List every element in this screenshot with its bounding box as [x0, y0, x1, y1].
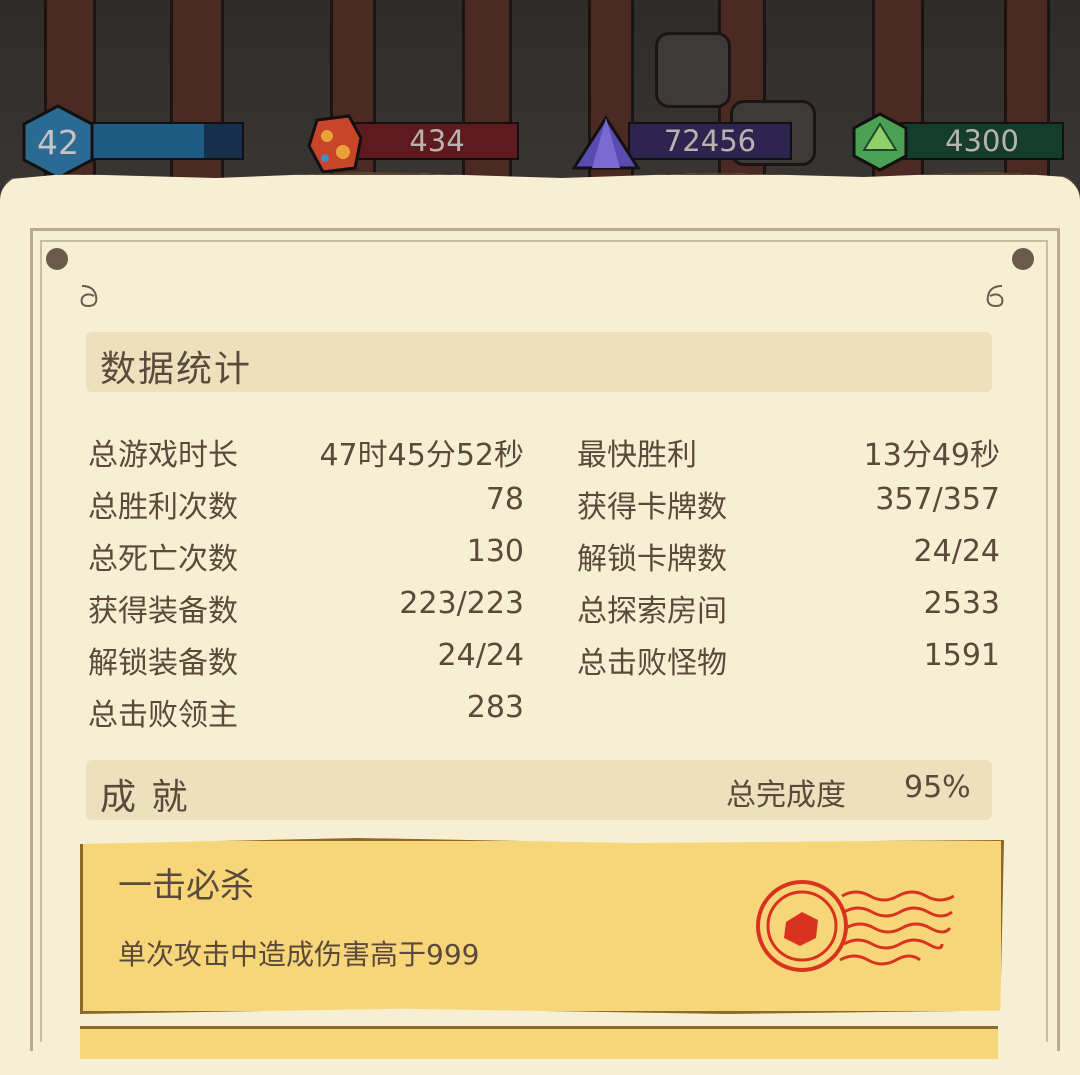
green-die-value: 4300: [945, 124, 1019, 158]
flourish-right-icon: [986, 285, 1004, 308]
stat-value-deaths: 130: [466, 534, 524, 569]
level-indicator: 42: [22, 104, 244, 180]
stat-value-equipment-obtained: 223/223: [399, 586, 524, 621]
purple-crystal-counter: 72456: [572, 104, 792, 170]
red-gem-icon: [307, 114, 363, 174]
background-forest: [0, 0, 1080, 200]
green-die-counter: 4300: [850, 104, 1064, 172]
corner-ornament-right: [1012, 248, 1034, 270]
stat-value-monsters-defeated: 1591: [923, 638, 1000, 673]
stat-value-equipment-unlocked: 24/24: [437, 638, 524, 673]
stat-value-fastest-win: 13分49秒: [863, 438, 1000, 473]
stat-label-lords-defeated: 总击败领主: [88, 698, 238, 733]
stat-label-cards-unlocked: 解锁卡牌数: [577, 542, 727, 577]
stat-value-cards-unlocked: 24/24: [913, 534, 1000, 569]
stat-label-deaths: 总死亡次数: [88, 542, 238, 577]
red-gem-value: 434: [409, 124, 465, 158]
red-gem-counter: 434: [305, 104, 519, 174]
stat-label-equipment-obtained: 获得装备数: [88, 594, 238, 629]
stat-label-equipment-unlocked: 解锁装备数: [88, 646, 238, 681]
purple-crystal-icon: [572, 115, 641, 170]
stat-value-play-time: 47时45分52秒: [319, 438, 524, 473]
corner-ornament-left: [46, 248, 68, 270]
flourish-left-icon: [80, 285, 98, 308]
stat-label-cards-obtained: 获得卡牌数: [577, 490, 727, 525]
stats-section-title: 数据统计: [100, 349, 253, 390]
stat-label-fastest-win: 最快胜利: [577, 438, 697, 473]
next-achievement-card[interactable]: [80, 1026, 998, 1059]
completion-value: 95%: [904, 770, 971, 805]
stat-label-wins: 总胜利次数: [88, 490, 238, 525]
level-value: 42: [37, 123, 79, 162]
achievements-header-bar: [86, 760, 992, 820]
stat-value-lords-defeated: 283: [466, 690, 524, 725]
stat-value-rooms-explored: 2533: [923, 586, 1000, 621]
stat-value-cards-obtained: 357/357: [875, 482, 1000, 517]
stat-label-play-time: 总游戏时长: [88, 438, 238, 473]
completion-label: 总完成度: [726, 778, 846, 813]
achievements-section-title: 成 就: [100, 777, 190, 818]
stat-label-monsters-defeated: 总击败怪物: [577, 646, 727, 681]
purple-crystal-value: 72456: [663, 124, 757, 158]
achievement-title: 一击必杀: [118, 866, 254, 906]
red-postmark-stamp-icon: [756, 880, 954, 972]
achievement-description: 单次攻击中造成伤害高于999: [118, 938, 480, 971]
green-die-icon: [852, 112, 908, 172]
stat-label-rooms-explored: 总探索房间: [577, 594, 727, 629]
stat-value-wins: 78: [485, 482, 524, 517]
